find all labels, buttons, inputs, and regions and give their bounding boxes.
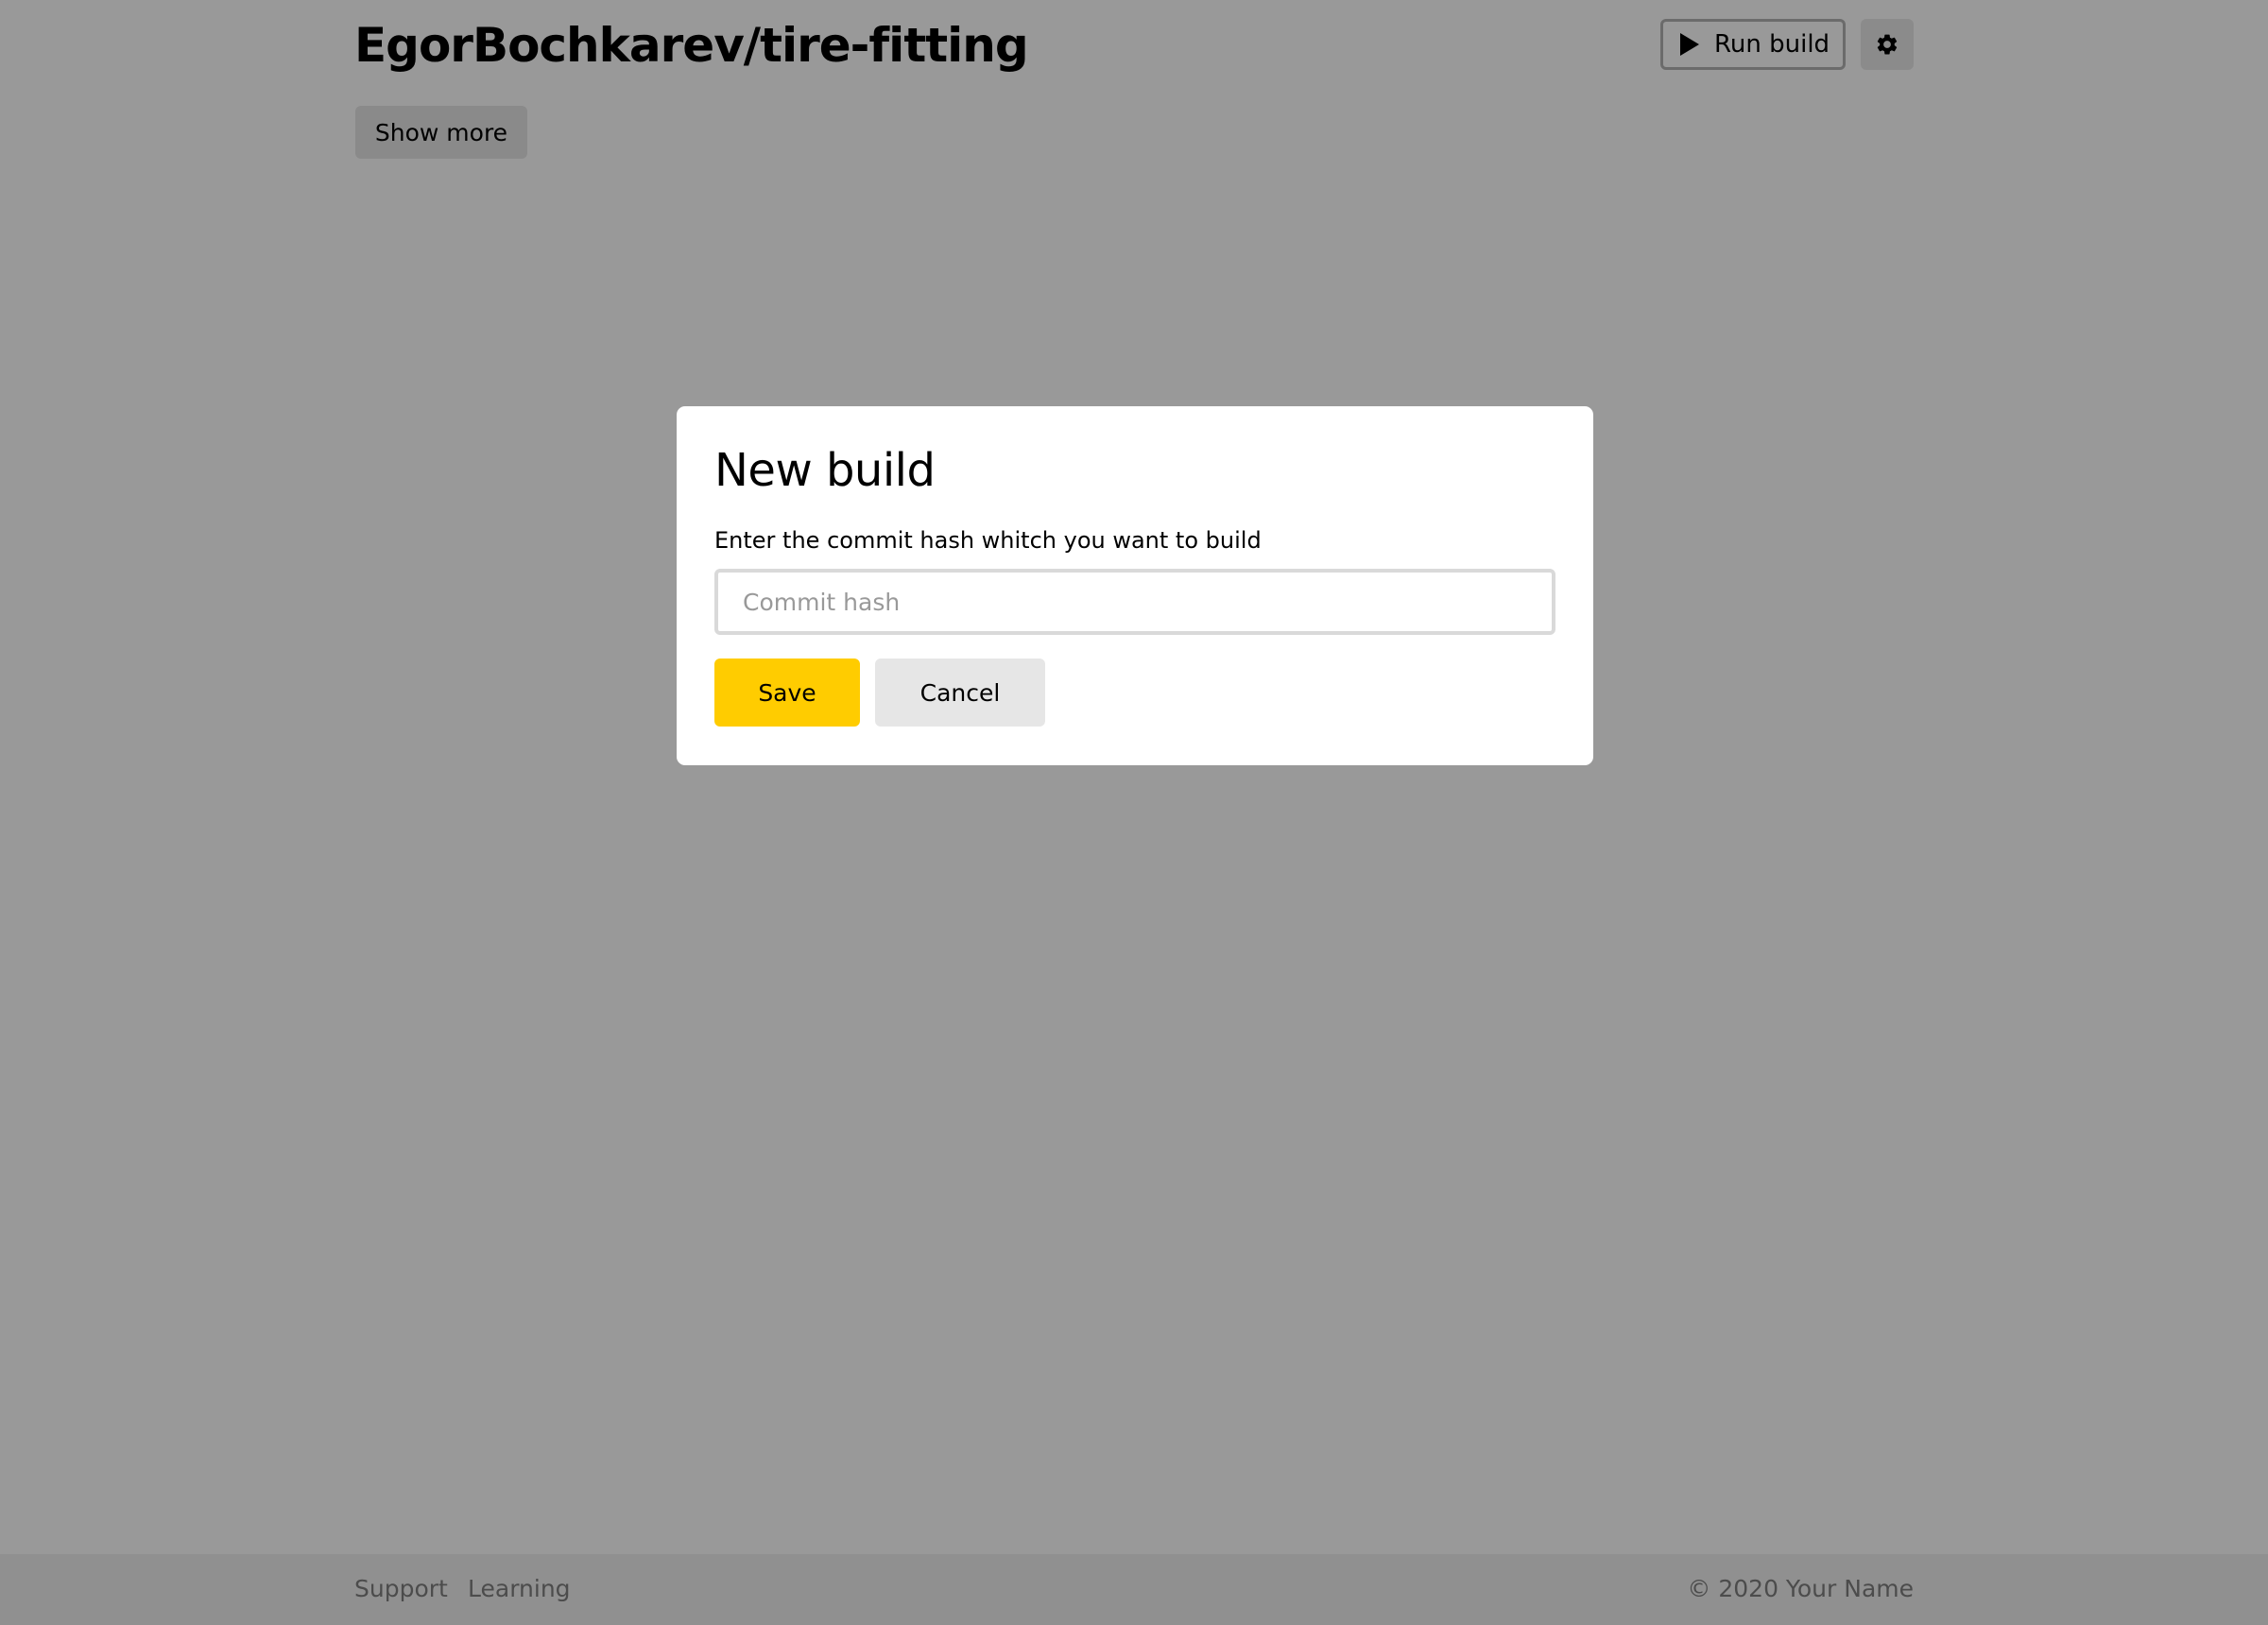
modal-description: Enter the commit hash whitch you want to… <box>714 527 1262 554</box>
new-build-modal: New build Enter the commit hash whitch y… <box>677 406 1593 765</box>
save-button[interactable]: Save <box>714 659 860 727</box>
commit-hash-input[interactable] <box>714 569 1555 635</box>
modal-actions: Save Cancel <box>714 659 1555 727</box>
page: EgorBochkarev/tire-fitting Run build Sho… <box>0 0 2268 1625</box>
modal-title: New build <box>714 444 936 497</box>
modal-overlay[interactable] <box>0 0 2268 1625</box>
cancel-button[interactable]: Cancel <box>875 659 1045 727</box>
